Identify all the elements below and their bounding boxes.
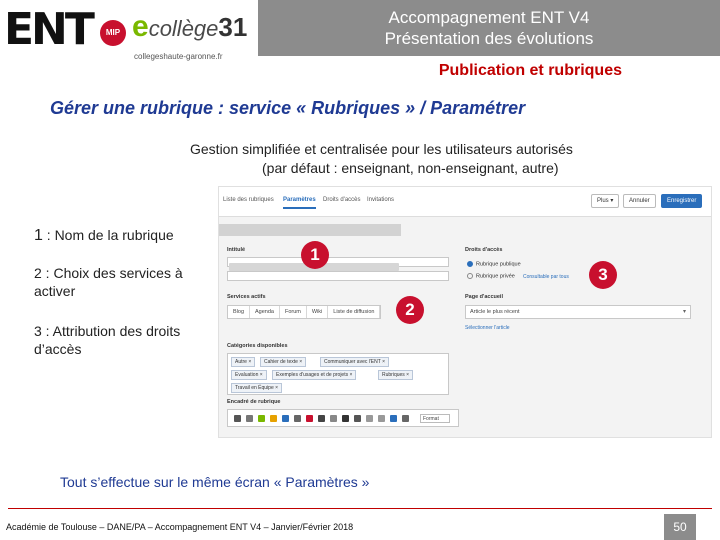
category-chip[interactable]: Rubriques × <box>378 370 414 380</box>
title-field-label: Intitulé <box>227 247 246 253</box>
tab-access-rights[interactable]: Droits d'accès <box>323 197 361 203</box>
ent-logo: ENT <box>4 4 95 55</box>
home-field-label: Page d'accueil <box>465 294 503 300</box>
editor-toolbar: Format <box>227 409 459 427</box>
intro-emphasis: simplifiée et centralisée <box>242 141 388 157</box>
categories-box[interactable]: Autre × Cahier de texte × Communiquer av… <box>227 353 449 395</box>
label-access-rights: 3 : Attribution des droits d’accès <box>34 323 181 357</box>
radio-unchecked-icon <box>467 273 473 279</box>
page-number: 50 <box>664 514 696 540</box>
tab-rubric-list[interactable]: Liste des rubriques <box>223 197 274 203</box>
service-wiki[interactable]: Wiki <box>307 306 329 318</box>
chevron-down-icon: ▾ <box>682 309 686 315</box>
rubric-name-highlight <box>219 224 401 236</box>
cancel-button[interactable]: Annuler <box>623 194 656 208</box>
service-mailing-list[interactable]: Liste de diffusion <box>328 306 381 318</box>
service-forum[interactable]: Forum <box>280 306 307 318</box>
college-logo-url: collegeshaute-garonne.fr <box>134 52 223 61</box>
mip-logo: MIP <box>100 20 126 46</box>
attachment-icon[interactable] <box>270 415 277 422</box>
intro-text: Gestion simplifiée et centralisée pour l… <box>190 140 660 178</box>
logo-area: ENT MIP ecollège31 collegeshaute-garonne… <box>0 0 258 64</box>
table-icon[interactable] <box>294 415 301 422</box>
college-logo: ecollège31 <box>132 10 248 43</box>
video-icon[interactable] <box>306 415 313 422</box>
category-chip[interactable]: Exemples d'usages et de projets × <box>272 370 357 380</box>
intro-prefix: Gestion <box>190 141 243 157</box>
tab-settings[interactable]: Paramètres <box>283 197 316 209</box>
footer-text: Académie de Toulouse – DANE/PA – Accompa… <box>6 522 354 532</box>
slide-heading: Gérer une rubrique : service « Rubriques… <box>50 98 526 118</box>
title-line-1: Accompagnement ENT V4 <box>388 8 590 27</box>
badge-1: 1 <box>301 241 329 269</box>
services-list: Blog Agenda Forum Wiki Liste de diffusio… <box>227 305 382 319</box>
save-button[interactable]: Enregistrer <box>661 194 703 208</box>
badge-3: 3 <box>589 261 617 289</box>
radio-checked-icon <box>467 261 473 267</box>
footer-divider <box>8 508 712 509</box>
format-icon[interactable] <box>402 415 409 422</box>
intro-suffix: pour les utilisateurs autorisés <box>387 141 573 157</box>
rights-field-label: Droits d'accès <box>465 247 503 253</box>
more-button[interactable]: Plus ▾ <box>591 194 620 208</box>
list-icon[interactable] <box>318 415 325 422</box>
link-icon[interactable] <box>282 415 289 422</box>
title-line-2: Présentation des évolutions <box>384 29 594 48</box>
label-rubric-name: 1 : Nom de la rubrique <box>34 227 174 244</box>
services-field-label: Services actifs <box>227 294 266 300</box>
undo-icon[interactable] <box>366 415 373 422</box>
public-link[interactable]: Consultable par tous <box>523 274 569 280</box>
align-icon[interactable] <box>330 415 337 422</box>
select-article-link[interactable]: Sélectionner l'article <box>465 325 510 331</box>
formula-icon[interactable] <box>354 415 361 422</box>
badge-2: 2 <box>396 296 424 324</box>
tab-invitations[interactable]: Invitations <box>367 197 394 203</box>
settings-tabbar: Liste des rubriques Paramètres Droits d'… <box>219 187 711 217</box>
intro-line-2: (par défaut : enseignant, non-enseignant… <box>262 160 559 176</box>
home-page-select[interactable]: Article le plus récent ▾ <box>465 305 691 319</box>
category-chip[interactable]: Cahier de texte × <box>260 357 307 367</box>
radio-private[interactable]: Rubrique privée <box>467 273 515 279</box>
category-chip[interactable]: Evaluation × <box>231 370 267 380</box>
category-chip[interactable]: Communiquer avec l'ENT × <box>320 357 390 367</box>
image-icon[interactable] <box>258 415 265 422</box>
bold-icon[interactable] <box>234 415 241 422</box>
radio-public[interactable]: Rubrique publique <box>467 261 521 267</box>
category-chip[interactable]: Travail en Équipe × <box>231 383 283 393</box>
title-input-2[interactable] <box>227 271 449 281</box>
section-subtitle: Publication et rubriques <box>438 62 622 79</box>
service-blog[interactable]: Blog <box>228 306 251 318</box>
italic-icon[interactable] <box>246 415 253 422</box>
label-services: 2 : Choix des services à activer <box>34 265 183 299</box>
settings-screenshot: Liste des rubriques Paramètres Droits d'… <box>218 186 712 438</box>
conclusion-text: Tout s’effectue sur le même écran « Para… <box>60 474 370 490</box>
service-agenda[interactable]: Agenda <box>250 306 280 318</box>
title-box: Accompagnement ENT V4 Présentation des é… <box>258 0 720 56</box>
color-icon[interactable] <box>390 415 397 422</box>
category-chip[interactable]: Autre × <box>231 357 256 367</box>
redo-icon[interactable] <box>378 415 385 422</box>
format-select[interactable]: Format <box>420 414 450 423</box>
categories-field-label: Catégories disponibles <box>227 343 288 349</box>
header-field-label: Encadré de rubrique <box>227 399 281 405</box>
sound-icon[interactable] <box>342 415 349 422</box>
